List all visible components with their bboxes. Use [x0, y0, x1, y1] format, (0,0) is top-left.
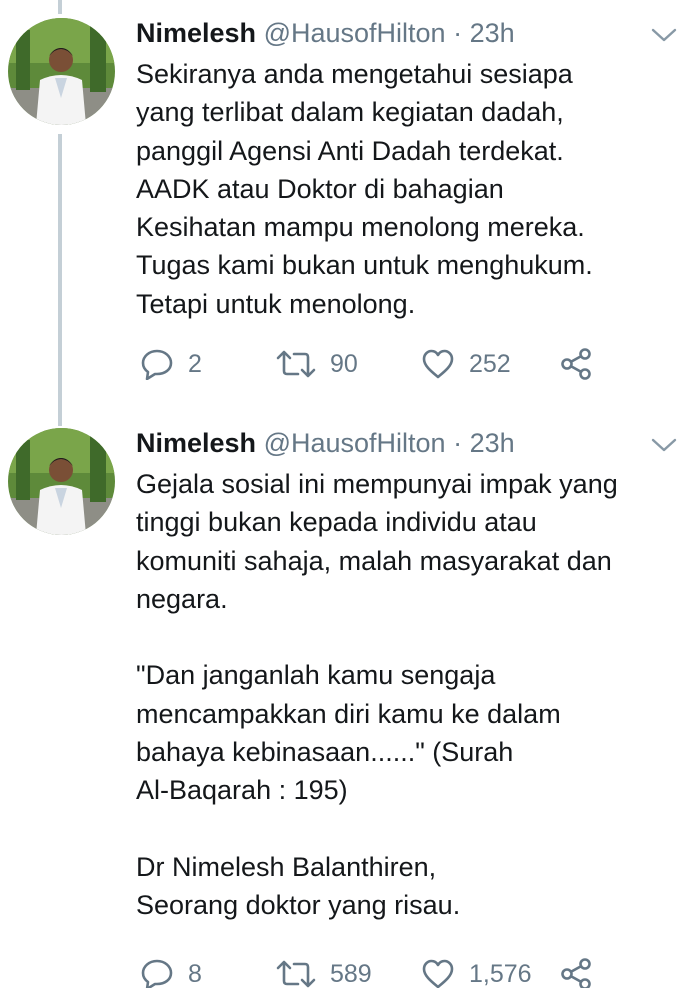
tweet[interactable]: Nimelesh @HausofHilton · 23h Sekiranya a…	[0, 0, 681, 410]
reply-icon	[140, 958, 174, 988]
tweet-actions: 2 90 252	[0, 344, 681, 384]
retweet-icon	[276, 349, 316, 379]
retweet-button[interactable]: 589	[276, 954, 372, 988]
retweet-count: 589	[330, 959, 372, 988]
tweet[interactable]: Nimelesh @HausofHilton · 23h Gejala sosi…	[0, 410, 681, 988]
avatar[interactable]	[8, 428, 115, 535]
retweet-button[interactable]: 90	[276, 344, 358, 384]
author-handle[interactable]: @HausofHilton	[264, 428, 446, 458]
author-handle[interactable]: @HausofHilton	[264, 18, 446, 48]
author-name[interactable]: Nimelesh	[136, 428, 256, 458]
like-count: 1,576	[469, 959, 532, 988]
timeline: Nimelesh @HausofHilton · 23h Sekiranya a…	[0, 0, 681, 988]
reply-count: 8	[188, 959, 202, 988]
reply-button[interactable]: 2	[140, 344, 202, 384]
reply-icon	[140, 348, 174, 380]
heart-icon	[421, 958, 455, 988]
share-button[interactable]	[560, 344, 594, 384]
retweet-icon	[276, 959, 316, 988]
tweet-header: Nimelesh @HausofHilton · 23h	[136, 15, 515, 51]
separator: ·	[453, 18, 463, 48]
reply-count: 2	[188, 349, 202, 378]
tweet-actions: 8 589 1,576	[0, 954, 681, 988]
tweet-text: Sekiranya anda mengetahui sesiapa yang t…	[136, 59, 593, 319]
reply-button[interactable]: 8	[140, 954, 202, 988]
chevron-down-icon[interactable]	[650, 434, 678, 456]
author-name[interactable]: Nimelesh	[136, 18, 256, 48]
share-icon	[560, 347, 594, 381]
like-count: 252	[469, 349, 511, 378]
timestamp[interactable]: 23h	[470, 18, 515, 48]
tweet-header: Nimelesh @HausofHilton · 23h	[136, 425, 515, 461]
timestamp[interactable]: 23h	[470, 428, 515, 458]
tweet-text: Gejala sosial ini mempunyai impak yang t…	[136, 469, 618, 921]
heart-icon	[421, 348, 455, 380]
chevron-down-icon[interactable]	[650, 24, 678, 46]
share-icon	[560, 957, 594, 988]
share-button[interactable]	[560, 954, 594, 988]
avatar[interactable]	[8, 18, 115, 125]
separator: ·	[453, 428, 463, 458]
like-button[interactable]: 1,576	[421, 954, 532, 988]
like-button[interactable]: 252	[421, 344, 511, 384]
retweet-count: 90	[330, 349, 358, 378]
